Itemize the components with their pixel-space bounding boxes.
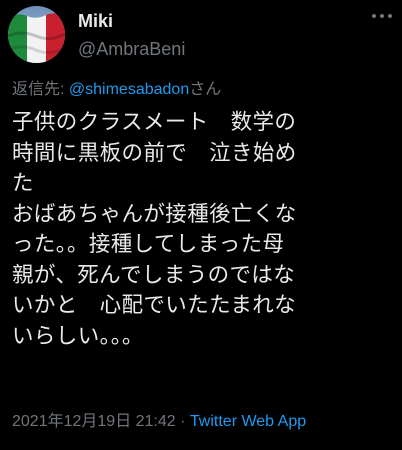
tweet-text: 子供のクラスメート 数学の 時間に黒板の前で 泣き始め た おばあちゃんが接種後…: [12, 110, 297, 349]
more-dot: [372, 14, 376, 18]
more-dot: [380, 14, 384, 18]
reply-suffix: さん: [189, 81, 222, 98]
more-dot: [388, 14, 392, 18]
reply-mention-link[interactable]: @shimesabadon: [69, 81, 189, 98]
user-info: Miki @AmbraBeni: [78, 10, 185, 60]
timestamp[interactable]: 2021年12月19日 21:42: [12, 413, 176, 430]
avatar[interactable]: [8, 6, 65, 63]
display-name[interactable]: Miki: [78, 10, 185, 32]
reply-context: 返信先: @shimesabadonさん: [12, 80, 221, 100]
meta-separator: ·: [175, 413, 190, 430]
source-app-link[interactable]: Twitter Web App: [190, 413, 306, 430]
italian-flag-icon: [8, 6, 65, 63]
more-options-icon[interactable]: [372, 14, 392, 22]
tweet-meta: 2021年12月19日 21:42 · Twitter Web App: [12, 412, 306, 432]
tweet-card[interactable]: Miki @AmbraBeni 返信先: @shimesabadonさん 子供の…: [0, 0, 402, 450]
reply-prefix: 返信先:: [12, 81, 69, 98]
user-handle[interactable]: @AmbraBeni: [78, 38, 185, 60]
